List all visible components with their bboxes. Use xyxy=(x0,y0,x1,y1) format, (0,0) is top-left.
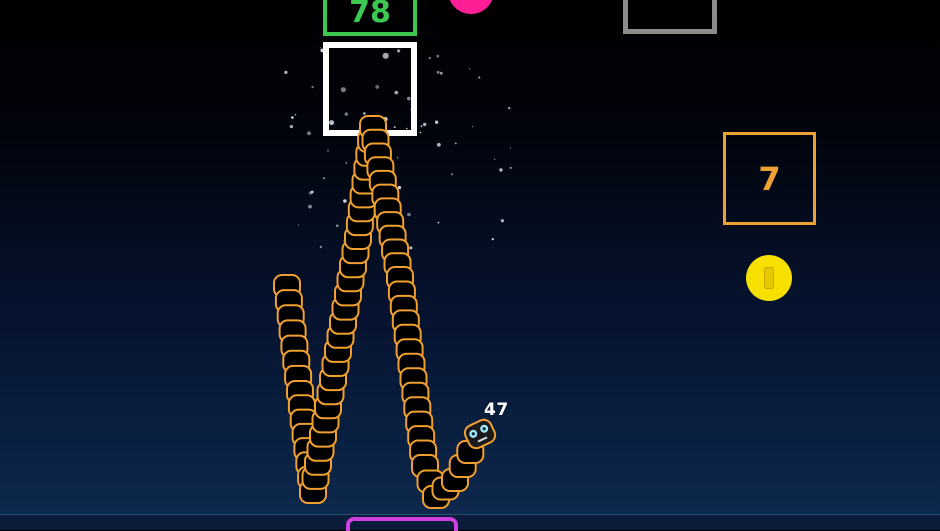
snake-length-counter: 47 xyxy=(484,400,509,420)
ground-line xyxy=(0,514,940,530)
game-stage[interactable]: 78 7 47 xyxy=(0,0,940,531)
snake-body xyxy=(273,115,497,509)
